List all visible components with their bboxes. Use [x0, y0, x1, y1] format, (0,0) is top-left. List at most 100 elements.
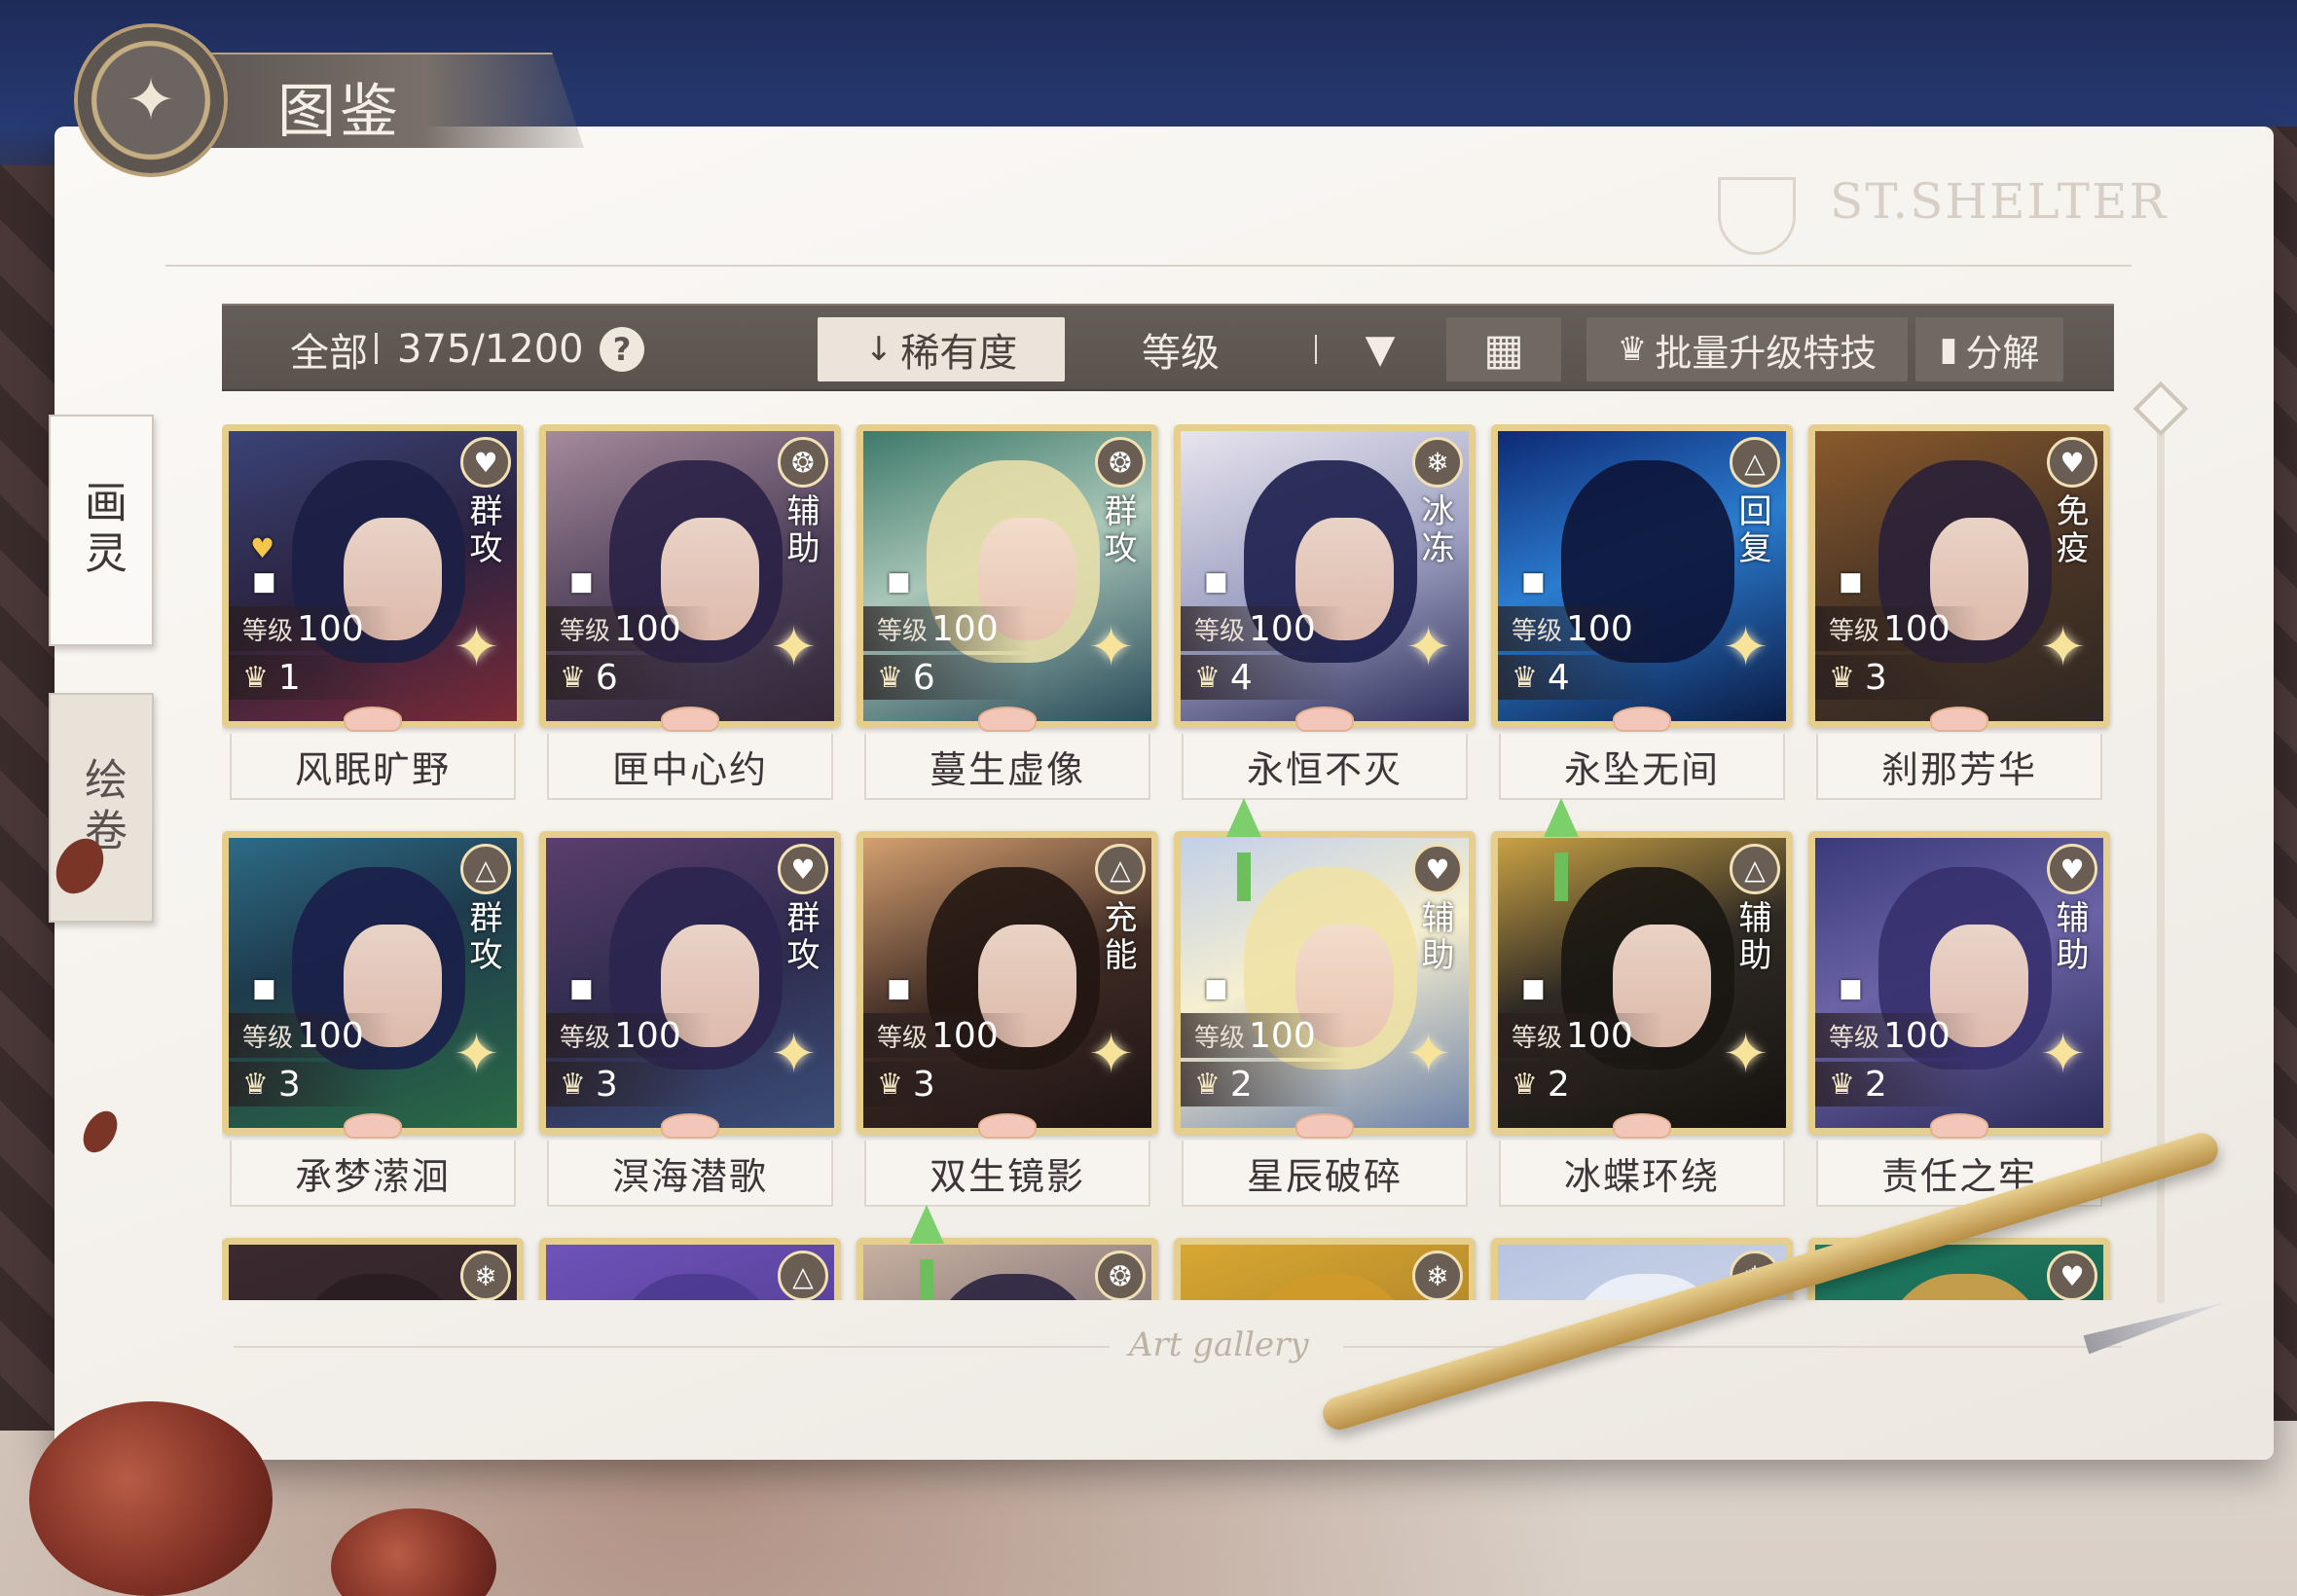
sparkle-icon: ✦: [2040, 616, 2086, 679]
star-rank-value: 4: [1547, 657, 1570, 698]
snowflake-icon: ❄: [1412, 1251, 1463, 1300]
decompose-button[interactable]: ▮ 分解: [1915, 317, 2063, 381]
star-rank-value: 4: [1229, 657, 1253, 698]
character-card[interactable]: △: [539, 1238, 841, 1300]
card-level: 等级 100: [1498, 606, 1663, 651]
card-role: 回复: [1732, 493, 1771, 567]
filter-funnel-icon[interactable]: ▼: [1351, 306, 1409, 393]
crown-icon: ♛: [1194, 1067, 1221, 1102]
sparkle-icon: ✦: [771, 616, 817, 679]
level-value: 100: [614, 1015, 681, 1056]
card-portrait-frame: △ 群攻 ■ 等级 100 ♛ 3 ✦: [222, 831, 524, 1135]
brand-logo: ST.SHELTER: [1830, 173, 2169, 230]
portrait-hair: [1878, 1273, 2052, 1300]
card-star-rank: ♛ 2: [1498, 1062, 1663, 1106]
level-value: 100: [1883, 608, 1951, 649]
lock-icon[interactable]: ■: [1204, 567, 1228, 597]
crown-icon: ♛: [1194, 660, 1221, 695]
lock-icon[interactable]: ■: [569, 974, 594, 1003]
level-tag: 等级: [242, 1023, 294, 1053]
character-card[interactable]: △ 群攻 ■ 等级 100 ♛ 3 ✦ 承梦潆洄: [222, 831, 524, 1209]
character-card[interactable]: ❄: [1174, 1238, 1476, 1300]
sort-rarity-button[interactable]: ↓ 稀有度: [818, 317, 1065, 381]
heart-pulse-icon: ♥: [460, 437, 511, 488]
sparkle-icon: ✦: [1405, 616, 1451, 679]
card-name: 冰蝶环绕: [1499, 1141, 1785, 1207]
card-role: 冰冻: [1415, 493, 1454, 567]
sort-level-button[interactable]: 等级: [1078, 306, 1283, 393]
sparkle-icon: ✦: [1723, 1023, 1768, 1086]
tab-spirits[interactable]: 画灵: [49, 415, 154, 646]
lock-icon[interactable]: ■: [252, 974, 276, 1003]
lotus-ornament-icon: [1613, 707, 1671, 732]
arrow-head: [1544, 798, 1579, 837]
lotus-ornament-icon: [661, 707, 719, 732]
lock-icon[interactable]: ■: [569, 567, 594, 597]
card-role: 免疫: [2050, 493, 2089, 567]
level-tag: 等级: [1194, 1023, 1246, 1053]
character-card[interactable]: ❄: [222, 1238, 524, 1300]
lock-icon[interactable]: ■: [1839, 567, 1863, 597]
level-tag: 等级: [1512, 1023, 1563, 1053]
level-tag: 等级: [560, 1023, 611, 1053]
sparkle-icon: ✦: [454, 1023, 499, 1086]
character-card[interactable]: △ 回复 ■ 等级 100 ♛ 4 ✦ 永坠无间: [1491, 424, 1793, 802]
lock-icon[interactable]: ■: [1839, 974, 1863, 1003]
toolbar-separator: [1315, 335, 1317, 364]
lock-icon[interactable]: ■: [1204, 974, 1228, 1003]
character-card[interactable]: △ 充能 ■ 等级 100 ♛ 3 ✦ 双生镜影: [857, 831, 1158, 1209]
lock-icon[interactable]: ■: [1521, 974, 1546, 1003]
card-level: 等级 100: [1815, 606, 1981, 651]
character-card[interactable]: ♥ 辅助 ■ 等级 100 ♛ 2 ✦ 星辰破碎: [1174, 798, 1476, 1209]
card-star-rank: ♛ 6: [863, 655, 1029, 700]
character-card[interactable]: ♥ 群攻 ■ 等级 100 ♛ 3 ✦ 溟海潜歌: [539, 831, 841, 1209]
lock-icon[interactable]: ■: [252, 567, 276, 597]
character-card[interactable]: ❂ 群攻 ■ 等级 100 ♛ 6 ✦ 蔓生虚像: [857, 424, 1158, 802]
character-card[interactable]: ♥ 免疫 ■ 等级 100 ♛ 3 ✦ 刹那芳华: [1808, 424, 2110, 802]
favorite-heart-icon: ♥: [250, 532, 275, 564]
star-rank-value: 6: [595, 657, 618, 698]
decompose-icon: ▮: [1939, 330, 1958, 369]
triangle-circle-icon: △: [778, 1251, 828, 1300]
heart-pulse-icon: ♥: [778, 844, 828, 894]
card-level: 等级 100: [863, 1013, 1029, 1058]
filter-all-button[interactable]: 全部: [271, 306, 387, 393]
character-card[interactable]: ❂: [857, 1205, 1158, 1300]
page-title: 图鉴: [277, 78, 402, 146]
card-role: 群攻: [781, 900, 820, 974]
level-value: 100: [1566, 608, 1633, 649]
character-card[interactable]: △ 辅助 ■ 等级 100 ♛ 2 ✦ 冰蝶环绕: [1491, 798, 1793, 1209]
character-card[interactable]: ❂ 辅助 ■ 等级 100 ♛ 6 ✦ 匣中心约: [539, 424, 841, 802]
collection-count: 375/1200: [397, 327, 584, 372]
gallery-footer: Art gallery: [1129, 1325, 1309, 1364]
crown-icon: ♛: [1512, 1067, 1538, 1102]
card-role: 辅助: [781, 493, 820, 567]
character-card[interactable]: ❄ 冰冻 ■ 等级 100 ♛ 4 ✦ 永恒不灭: [1174, 424, 1476, 802]
lock-icon[interactable]: ■: [887, 567, 911, 597]
card-star-rank: ♛ 3: [546, 1062, 711, 1106]
rose-decoration: [29, 1401, 273, 1596]
lock-icon[interactable]: ■: [887, 974, 911, 1003]
arrow-head: [909, 1205, 944, 1244]
lotus-ornament-icon: [1295, 707, 1354, 732]
heart-pulse-icon: ♥: [2047, 844, 2097, 894]
star-rank-value: 3: [1864, 657, 1887, 698]
card-level: 等级 100: [1181, 606, 1346, 651]
card-name: 溟海潜歌: [547, 1141, 833, 1207]
lock-icon[interactable]: ■: [1521, 567, 1546, 597]
batch-upgrade-button[interactable]: ♛ 批量升级特技: [1586, 317, 1908, 381]
grid-view-icon[interactable]: ▦: [1446, 317, 1561, 381]
card-role: 充能: [1098, 900, 1137, 974]
help-icon[interactable]: ?: [600, 327, 644, 372]
lotus-ornament-icon: [1930, 1113, 1988, 1139]
crown-icon: ♛: [877, 660, 903, 695]
level-value: 100: [297, 1015, 364, 1056]
star-rank-value: 2: [1547, 1064, 1570, 1105]
back-button[interactable]: ✦: [78, 27, 224, 173]
upgrade-arrow-icon: [895, 1205, 954, 1300]
card-portrait-frame: ♥ 辅助 ■ 等级 100 ♛ 2 ✦: [1808, 831, 2110, 1135]
card-name: 蔓生虚像: [864, 734, 1150, 800]
level-tag: 等级: [560, 616, 611, 646]
character-card[interactable]: ♥ 辅助 ■ 等级 100 ♛ 2 ✦ 责任之牢: [1808, 831, 2110, 1209]
character-card[interactable]: ♥ 群攻 ♥ ■ 等级 100 ♛ 1 ✦ 风眠旷野: [222, 424, 524, 802]
